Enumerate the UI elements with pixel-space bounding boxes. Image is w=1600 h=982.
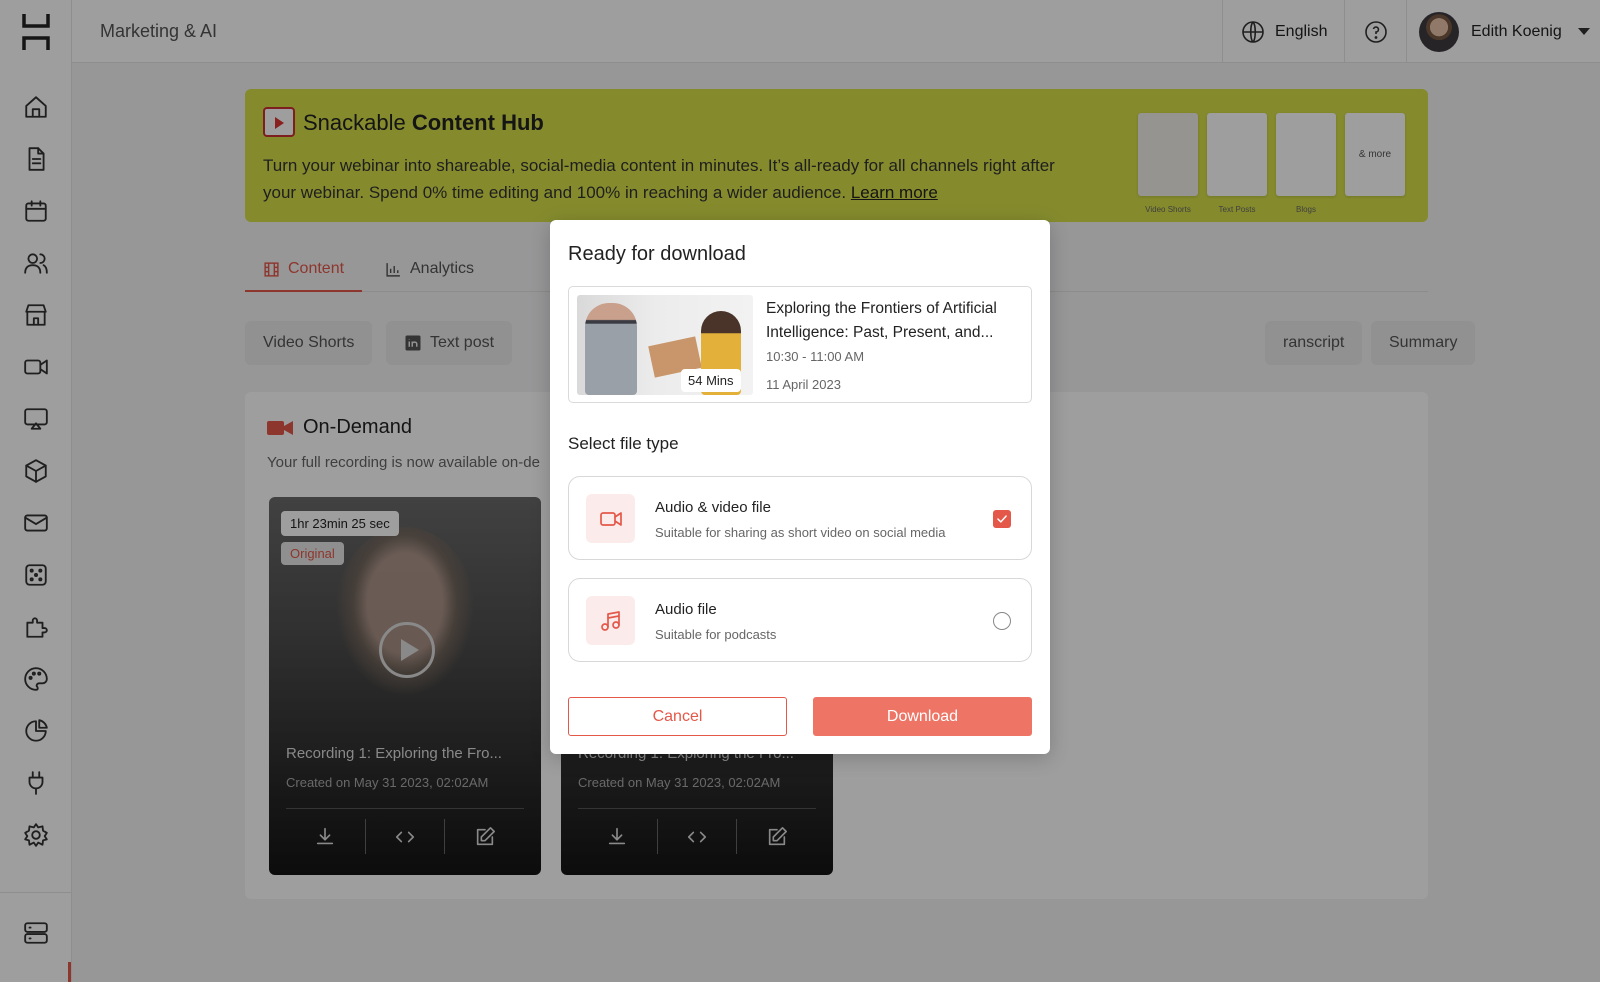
option-title: Audio file <box>655 601 717 618</box>
modal-title: Ready for download <box>568 243 746 265</box>
video-camera-icon <box>586 494 635 543</box>
event-card: 54 Mins Exploring the Frontiers of Artif… <box>568 286 1032 403</box>
option-audio[interactable]: Audio file Suitable for podcasts <box>568 578 1032 662</box>
select-file-type-label: Select file type <box>568 434 679 453</box>
download-modal: Ready for download 54 Mins Exploring the… <box>550 220 1050 754</box>
event-duration-badge: 54 Mins <box>681 369 741 392</box>
thumbnail-figure <box>585 303 637 395</box>
option-description: Suitable for sharing as short video on s… <box>655 525 946 540</box>
checkmark-icon <box>997 515 1007 523</box>
event-title: Exploring the Frontiers of Artificial In… <box>766 300 997 341</box>
event-date: 11 April 2023 <box>766 377 841 392</box>
option-title: Audio & video file <box>655 499 771 516</box>
option-audio-video[interactable]: Audio & video file Suitable for sharing … <box>568 476 1032 560</box>
download-button[interactable]: Download <box>813 697 1032 736</box>
event-thumbnail: 54 Mins <box>577 295 753 395</box>
audio-radio[interactable] <box>993 612 1011 630</box>
cancel-button[interactable]: Cancel <box>568 697 787 736</box>
event-time: 10:30 - 11:00 AM <box>766 349 865 364</box>
music-note-icon <box>586 596 635 645</box>
audio-video-checkbox[interactable] <box>993 510 1011 528</box>
option-description: Suitable for podcasts <box>655 627 777 642</box>
